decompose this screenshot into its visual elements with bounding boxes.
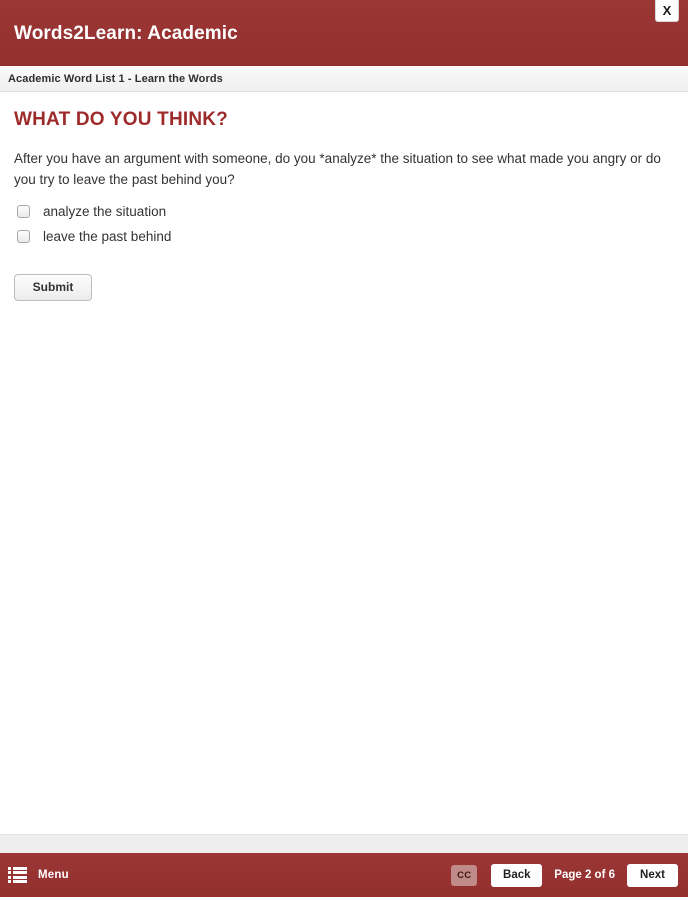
menu-button[interactable]: Menu <box>8 866 69 884</box>
app-footer: Menu CC Back Page 2 of 6 Next <box>0 853 688 900</box>
submit-button[interactable]: Submit <box>14 273 92 302</box>
checkbox-leave-the-past-behind[interactable] <box>17 230 30 244</box>
page-indicator: Page 2 of 6 <box>554 869 615 881</box>
option-label[interactable]: leave the past behind <box>43 230 171 244</box>
answer-options-list: analyze the situation leave the past beh… <box>14 200 674 249</box>
application-window: Words2Learn: Academic X Academic Word Li… <box>0 0 688 900</box>
question-text: After you have an argument with someone,… <box>14 150 661 187</box>
closed-caption-button[interactable]: CC <box>451 864 478 886</box>
next-button[interactable]: Next <box>627 863 678 887</box>
close-icon[interactable]: X <box>655 0 679 22</box>
breadcrumb: Academic Word List 1 - Learn the Words <box>0 66 688 92</box>
menu-label: Menu <box>38 869 69 881</box>
content-divider <box>0 834 688 853</box>
checkbox-analyze-the-situation[interactable] <box>17 205 30 219</box>
app-header: Words2Learn: Academic X <box>0 0 688 66</box>
back-button[interactable]: Back <box>491 863 543 887</box>
list-icon <box>8 866 27 884</box>
list-item[interactable]: analyze the situation <box>14 200 674 224</box>
section-heading: WHAT DO YOU THINK? <box>14 109 228 130</box>
breadcrumb-label: Academic Word List 1 - Learn the Words <box>8 72 223 85</box>
footer-controls: CC Back Page 2 of 6 Next <box>451 863 678 887</box>
submit-container: Submit <box>14 273 674 302</box>
main-content: WHAT DO YOU THINK? After you have an arg… <box>0 92 688 834</box>
page-title: Words2Learn: Academic <box>14 22 238 44</box>
list-item[interactable]: leave the past behind <box>14 225 674 249</box>
option-label[interactable]: analyze the situation <box>43 205 166 219</box>
